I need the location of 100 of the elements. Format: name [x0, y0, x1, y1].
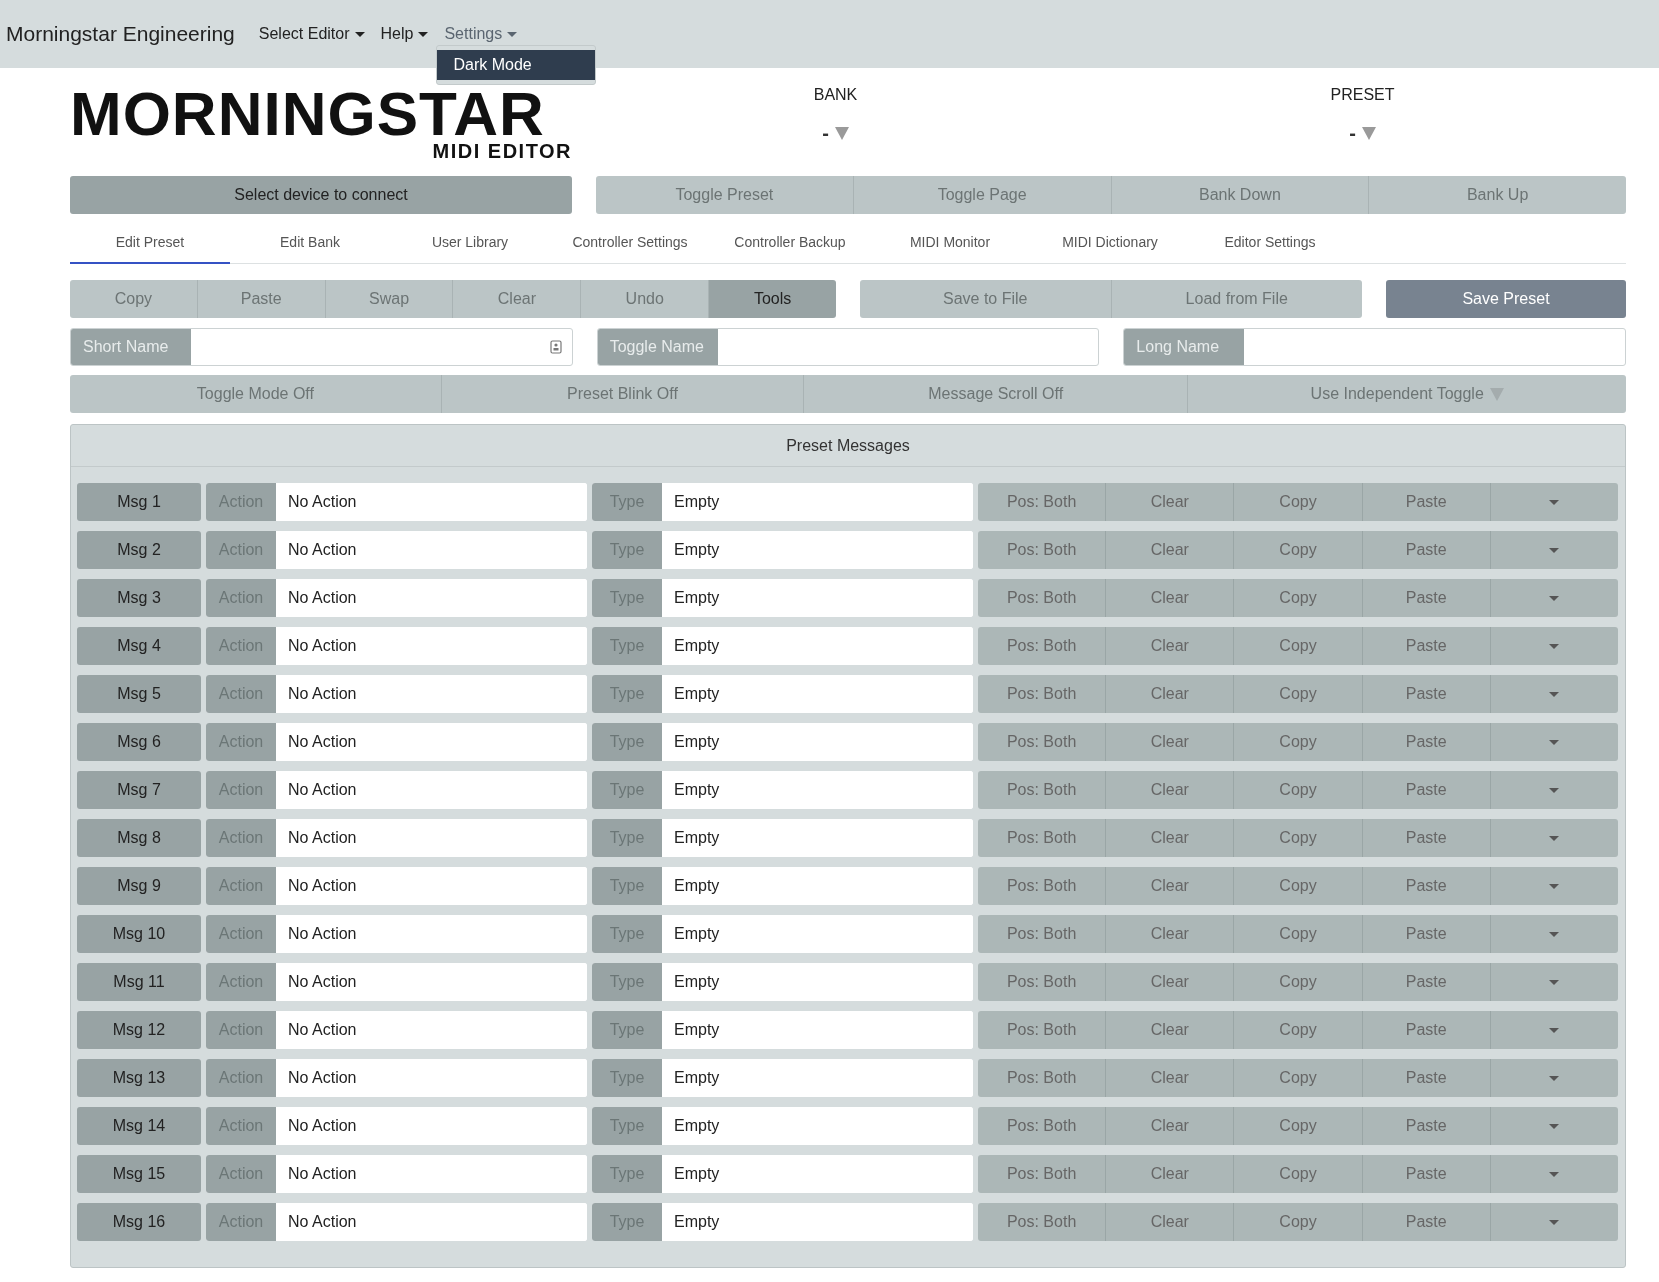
- expand-button[interactable]: [1489, 1107, 1618, 1145]
- toggle-button[interactable]: Preset Blink Off: [440, 375, 803, 413]
- copy-button[interactable]: Copy: [1233, 723, 1362, 761]
- message-button[interactable]: Msg 16: [77, 1203, 201, 1241]
- expand-button[interactable]: [1489, 867, 1618, 905]
- paste-button[interactable]: Paste: [1361, 819, 1490, 857]
- expand-button[interactable]: [1489, 819, 1618, 857]
- position-button[interactable]: Pos: Both: [978, 771, 1106, 809]
- message-button[interactable]: Msg 6: [77, 723, 201, 761]
- tab[interactable]: Edit Bank: [230, 222, 390, 264]
- position-button[interactable]: Pos: Both: [978, 1203, 1106, 1241]
- paste-button[interactable]: Paste: [1361, 1203, 1490, 1241]
- tool-button[interactable]: Paste: [196, 280, 325, 318]
- clear-button[interactable]: Clear: [1105, 867, 1234, 905]
- nav-menu[interactable]: Select Editor: [258, 25, 365, 43]
- paste-button[interactable]: Paste: [1361, 1107, 1490, 1145]
- copy-button[interactable]: Copy: [1233, 1203, 1362, 1241]
- expand-button[interactable]: [1489, 771, 1618, 809]
- clear-button[interactable]: Clear: [1105, 771, 1234, 809]
- position-button[interactable]: Pos: Both: [978, 963, 1106, 1001]
- transport-button[interactable]: Toggle Page: [852, 176, 1111, 214]
- clear-button[interactable]: Clear: [1105, 675, 1234, 713]
- copy-button[interactable]: Copy: [1233, 915, 1362, 953]
- message-button[interactable]: Msg 11: [77, 963, 201, 1001]
- connect-button[interactable]: Select device to connect: [70, 176, 572, 214]
- position-button[interactable]: Pos: Both: [978, 579, 1106, 617]
- message-button[interactable]: Msg 1: [77, 483, 201, 521]
- copy-button[interactable]: Copy: [1233, 819, 1362, 857]
- position-button[interactable]: Pos: Both: [978, 483, 1106, 521]
- expand-button[interactable]: [1489, 531, 1618, 569]
- clear-button[interactable]: Clear: [1105, 579, 1234, 617]
- clear-button[interactable]: Clear: [1105, 915, 1234, 953]
- tab[interactable]: User Library: [390, 222, 550, 264]
- copy-button[interactable]: Copy: [1233, 867, 1362, 905]
- position-button[interactable]: Pos: Both: [978, 1011, 1106, 1049]
- clear-button[interactable]: Clear: [1105, 1059, 1234, 1097]
- paste-button[interactable]: Paste: [1361, 1059, 1490, 1097]
- toggle-button[interactable]: Toggle Mode Off: [70, 375, 441, 413]
- paste-button[interactable]: Paste: [1361, 963, 1490, 1001]
- position-button[interactable]: Pos: Both: [978, 1107, 1106, 1145]
- message-button[interactable]: Msg 3: [77, 579, 201, 617]
- tab[interactable]: Editor Settings: [1190, 222, 1350, 264]
- tab[interactable]: Controller Settings: [550, 222, 710, 264]
- tool-button[interactable]: Copy: [70, 280, 197, 318]
- position-button[interactable]: Pos: Both: [978, 819, 1106, 857]
- expand-button[interactable]: [1489, 579, 1618, 617]
- tool-button[interactable]: Swap: [324, 280, 453, 318]
- copy-button[interactable]: Copy: [1233, 1107, 1362, 1145]
- nav-menu[interactable]: Settings: [444, 25, 518, 43]
- clear-button[interactable]: Clear: [1105, 1203, 1234, 1241]
- paste-button[interactable]: Paste: [1361, 915, 1490, 953]
- file-button[interactable]: Save to File: [860, 280, 1111, 318]
- tool-button[interactable]: Undo: [580, 280, 709, 318]
- nav-menu[interactable]: Help: [380, 25, 429, 43]
- expand-button[interactable]: [1489, 1155, 1618, 1193]
- name-field[interactable]: Long Name: [1123, 328, 1626, 366]
- position-button[interactable]: Pos: Both: [978, 675, 1106, 713]
- paste-button[interactable]: Paste: [1361, 1011, 1490, 1049]
- paste-button[interactable]: Paste: [1361, 675, 1490, 713]
- message-button[interactable]: Msg 5: [77, 675, 201, 713]
- expand-button[interactable]: [1489, 675, 1618, 713]
- position-button[interactable]: Pos: Both: [978, 1059, 1106, 1097]
- message-button[interactable]: Msg 2: [77, 531, 201, 569]
- message-button[interactable]: Msg 12: [77, 1011, 201, 1049]
- clear-button[interactable]: Clear: [1105, 627, 1234, 665]
- clear-button[interactable]: Clear: [1105, 723, 1234, 761]
- message-button[interactable]: Msg 9: [77, 867, 201, 905]
- copy-button[interactable]: Copy: [1233, 1059, 1362, 1097]
- copy-button[interactable]: Copy: [1233, 1155, 1362, 1193]
- message-button[interactable]: Msg 15: [77, 1155, 201, 1193]
- selector-value[interactable]: -: [822, 122, 829, 145]
- copy-button[interactable]: Copy: [1233, 963, 1362, 1001]
- menu-item[interactable]: Dark Mode: [437, 50, 596, 80]
- save-preset-button[interactable]: Save Preset: [1386, 280, 1626, 318]
- expand-button[interactable]: [1489, 483, 1618, 521]
- transport-button[interactable]: Toggle Preset: [596, 176, 853, 214]
- paste-button[interactable]: Paste: [1361, 771, 1490, 809]
- tool-button[interactable]: Tools: [708, 280, 836, 318]
- tool-button[interactable]: Clear: [452, 280, 581, 318]
- expand-button[interactable]: [1489, 963, 1618, 1001]
- message-button[interactable]: Msg 14: [77, 1107, 201, 1145]
- toggle-dropdown[interactable]: Use Independent Toggle: [1187, 375, 1626, 413]
- expand-button[interactable]: [1489, 915, 1618, 953]
- dropdown-arrow-icon[interactable]: [1361, 127, 1376, 140]
- clear-button[interactable]: Clear: [1105, 531, 1234, 569]
- clear-button[interactable]: Clear: [1105, 1107, 1234, 1145]
- message-button[interactable]: Msg 4: [77, 627, 201, 665]
- paste-button[interactable]: Paste: [1361, 723, 1490, 761]
- clear-button[interactable]: Clear: [1105, 819, 1234, 857]
- message-button[interactable]: Msg 8: [77, 819, 201, 857]
- position-button[interactable]: Pos: Both: [978, 915, 1106, 953]
- message-button[interactable]: Msg 7: [77, 771, 201, 809]
- clear-button[interactable]: Clear: [1105, 1011, 1234, 1049]
- position-button[interactable]: Pos: Both: [978, 1155, 1106, 1193]
- message-button[interactable]: Msg 13: [77, 1059, 201, 1097]
- copy-button[interactable]: Copy: [1233, 579, 1362, 617]
- copy-button[interactable]: Copy: [1233, 1011, 1362, 1049]
- message-button[interactable]: Msg 10: [77, 915, 201, 953]
- copy-button[interactable]: Copy: [1233, 627, 1362, 665]
- expand-button[interactable]: [1489, 1011, 1618, 1049]
